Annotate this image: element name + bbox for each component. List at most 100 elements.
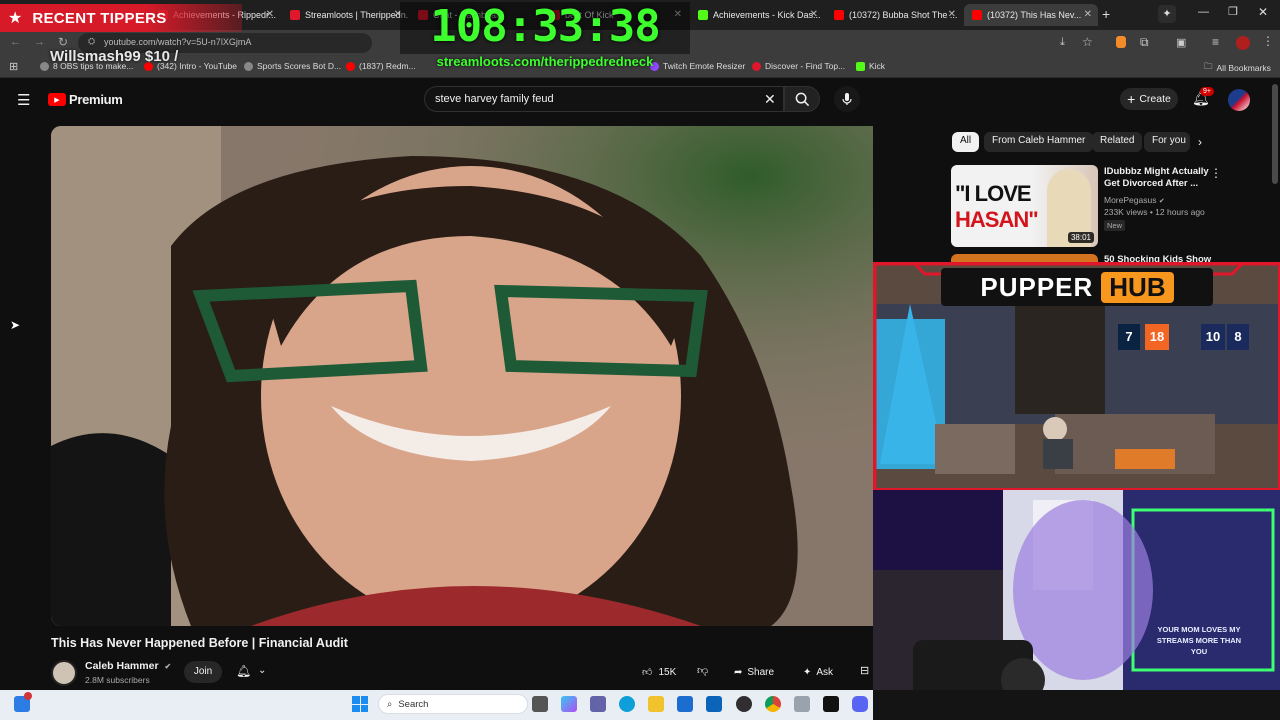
search-icon <box>795 92 809 106</box>
chrome-icon[interactable] <box>765 696 781 712</box>
account-avatar[interactable] <box>1228 89 1250 111</box>
sidepanel-icon[interactable]: ▣ <box>1176 36 1186 49</box>
close-icon[interactable]: ✕ <box>266 9 274 20</box>
notifications-button[interactable]: 🔔︎ 9+ <box>1192 87 1214 108</box>
more-actions-icon[interactable]: ⋮ <box>1210 166 1222 180</box>
notification-bell-icon[interactable]: 🔔︎ <box>236 664 251 678</box>
profile-avatar[interactable] <box>1236 36 1250 50</box>
tab-bubba-shot[interactable]: (10372) Bubba Shot The ... ✕ <box>826 4 962 26</box>
all-bookmarks-button[interactable]: 🗀 All Bookmarks <box>1204 61 1271 75</box>
edge-icon[interactable] <box>619 696 635 712</box>
chevron-right-icon[interactable]: › <box>1198 135 1202 149</box>
clear-search-icon[interactable]: ✕ <box>764 91 776 108</box>
site-info-icon[interactable]: ⛭ <box>88 36 95 47</box>
maximize-icon[interactable]: ❐ <box>1228 5 1238 18</box>
thumbs-up-icon: 👍︎ <box>642 667 653 678</box>
youtube-logo[interactable]: ▶ Premium <box>48 92 123 107</box>
bookmark-favicon-icon <box>752 61 761 71</box>
hub-word: HUB <box>1101 271 1174 303</box>
recommendation-title[interactable]: IDubbbz Might Actually Get Divorced Afte… <box>1104 166 1209 190</box>
chip-all[interactable]: All <box>952 132 980 152</box>
recommendation-channel-label: MorePegasus <box>1104 195 1157 205</box>
youtube-favicon-icon <box>972 10 982 20</box>
chevron-down-icon[interactable]: ⌄ <box>258 665 266 676</box>
task-view-icon[interactable] <box>532 696 548 712</box>
voice-search-button[interactable] <box>834 86 860 112</box>
dislike-button[interactable]: 👎︎ <box>697 664 708 677</box>
channel-name-label: Caleb Hammer <box>85 660 159 672</box>
save-icon[interactable]: ⊟ <box>860 664 869 677</box>
ai-sparkle-icon[interactable]: ✦ <box>1158 5 1176 23</box>
bookmark-item[interactable]: Discover - Find Top... <box>752 61 845 71</box>
close-icon[interactable]: ✕ <box>1084 9 1092 20</box>
bookmark-favicon-icon <box>40 61 49 71</box>
taskbar-search[interactable]: ⌕ Search <box>378 694 528 714</box>
join-button[interactable]: Join <box>184 661 222 683</box>
app-icon[interactable] <box>794 696 810 712</box>
browser-menu-icon[interactable]: ⋮ <box>1262 34 1274 48</box>
channel-avatar[interactable] <box>51 660 77 686</box>
tab-favicon-icon <box>290 10 300 20</box>
video-frame <box>51 126 873 626</box>
new-tab-icon[interactable]: + <box>1102 6 1110 22</box>
share-icon: ➦ <box>734 666 743 678</box>
jersey: 10 <box>1201 324 1225 350</box>
widgets-badge <box>24 692 32 700</box>
channel-name[interactable]: Caleb Hammer ✔ <box>85 660 171 672</box>
share-button[interactable]: ➦ Share <box>734 661 774 683</box>
chip-for-you[interactable]: For you <box>1144 132 1190 152</box>
back-icon[interactable]: ← <box>10 36 21 48</box>
close-icon[interactable]: ✕ <box>948 9 956 20</box>
tab-kick-achievements[interactable]: Achievements - Kick Das... ✕ <box>690 4 824 26</box>
install-app-icon[interactable]: ⤓ <box>1060 36 1065 49</box>
obs-icon[interactable] <box>736 696 752 712</box>
bookmark-item[interactable]: Kick <box>856 61 885 71</box>
bookmark-item[interactable]: Sports Scores Bot D... <box>244 61 341 71</box>
ask-button[interactable]: ✦ Ask <box>803 661 833 683</box>
video-player[interactable] <box>51 126 873 626</box>
discord-icon[interactable] <box>852 696 868 712</box>
search-button[interactable] <box>784 86 820 112</box>
outlook-icon[interactable] <box>706 696 722 712</box>
chip-related[interactable]: Related <box>1092 132 1143 152</box>
media-controls-icon[interactable]: ≡ <box>1212 35 1219 49</box>
microphone-icon <box>842 93 852 105</box>
hamburger-menu-icon[interactable]: ☰ <box>17 91 30 109</box>
windows-start-icon[interactable] <box>352 696 368 712</box>
minimize-icon[interactable]: — <box>1198 6 1209 18</box>
close-icon[interactable]: ✕ <box>810 9 818 20</box>
like-button[interactable]: 👍︎ 15K <box>636 661 692 683</box>
kick-app-icon[interactable] <box>823 696 839 712</box>
ask-label: Ask <box>816 666 834 678</box>
subathon-timer: 108:33:38 <box>400 2 690 54</box>
recommendation-channel[interactable]: MorePegasus ✔ <box>1104 195 1165 205</box>
bookmark-star-icon[interactable]: ☆ <box>1082 35 1093 49</box>
thumbnail-text-line2: HASAN" <box>955 207 1039 232</box>
bookmark-label: Discover - Find Top... <box>765 61 846 71</box>
file-explorer-icon[interactable] <box>648 696 664 712</box>
recommendation-thumbnail[interactable]: "I LOVE HASAN" 38:01 <box>951 165 1098 247</box>
recommendation-title-line1: IDubbbz Might Actually <box>1104 166 1209 177</box>
verified-icon: ✔ <box>164 662 172 671</box>
copilot-icon[interactable] <box>561 696 577 712</box>
store-icon[interactable] <box>677 696 693 712</box>
close-window-icon[interactable]: ✕ <box>1258 5 1268 19</box>
tab-active-video[interactable]: (10372) This Has Nev... ✕ <box>964 4 1098 26</box>
page-scrollbar[interactable] <box>1272 84 1278 184</box>
forward-icon[interactable]: → <box>34 36 45 48</box>
subscriber-count: 2.8M subscribers <box>85 675 150 685</box>
teams-icon[interactable] <box>590 696 606 712</box>
tipper-entry: Willsmash99 $10 / <box>50 48 179 65</box>
chip-from-channel[interactable]: From Caleb Hammer <box>984 132 1094 152</box>
reload-icon[interactable]: ↻ <box>58 35 68 49</box>
recent-tippers-title: RECENT TIPPERS <box>32 9 167 27</box>
extension-icon[interactable] <box>1116 36 1126 48</box>
create-button[interactable]: + Create <box>1120 88 1178 110</box>
logo-text: Premium <box>69 92 123 107</box>
apps-grid-icon[interactable]: ⊞ <box>9 60 18 73</box>
tab-title: Achievements - Kick Das... <box>713 10 821 20</box>
search-input[interactable]: steve harvey family feud <box>424 86 784 112</box>
extensions-puzzle-icon[interactable]: ⧉ <box>1140 35 1149 50</box>
tab-streamloots[interactable]: Streamloots | Therippedn... ✕ <box>282 4 408 26</box>
tab-title: (10372) Bubba Shot The ... <box>849 10 958 20</box>
